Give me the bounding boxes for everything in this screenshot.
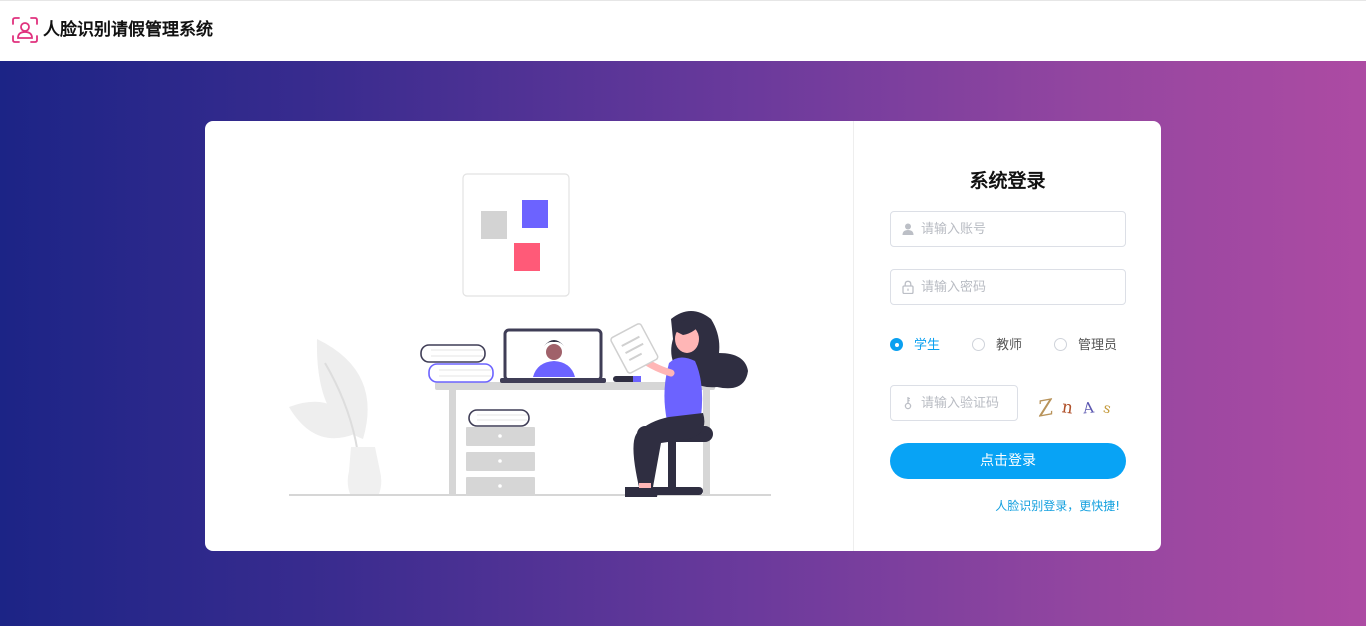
role-radio-student[interactable] (890, 338, 903, 351)
account-field[interactable] (890, 211, 1126, 247)
face-user-icon (12, 17, 38, 43)
lock-icon (902, 280, 914, 294)
key-icon (904, 397, 912, 410)
role-radio-admin[interactable] (1054, 338, 1067, 351)
login-title: 系统登录 (969, 170, 1046, 192)
role-label-student: 学生 (914, 338, 941, 353)
captcha-char-3: A (1081, 398, 1095, 417)
top-bar: 人脸识别请假管理系统 (0, 0, 1366, 60)
captcha-char-4: s (1102, 400, 1113, 417)
account-input[interactable] (921, 213, 1117, 245)
captcha-input[interactable] (921, 387, 1011, 419)
role-selector: 学生 教师 管理员 (890, 335, 1150, 357)
role-radio-teacher[interactable] (972, 338, 985, 351)
password-input[interactable] (921, 271, 1117, 303)
captcha-image[interactable]: Z n A s (1034, 391, 1126, 421)
user-icon (902, 223, 914, 235)
login-form: 系统登录 学生 (854, 121, 1161, 551)
login-card: 系统登录 学生 (205, 121, 1161, 551)
login-button[interactable]: 点击登录 (890, 443, 1126, 479)
role-label-admin: 管理员 (1078, 338, 1118, 353)
face-login-link[interactable]: 人脸识别登录，更快捷! (995, 498, 1120, 514)
working-woman-illustration (289, 173, 771, 497)
app-title: 人脸识别请假管理系统 (43, 20, 213, 40)
password-field[interactable] (890, 269, 1126, 305)
role-label-teacher: 教师 (996, 338, 1023, 353)
captcha-char-1: Z (1035, 395, 1056, 421)
login-background: 系统登录 学生 (0, 61, 1366, 626)
illustration-panel (205, 121, 854, 551)
captcha-char-2: n (1061, 397, 1075, 418)
captcha-field[interactable] (890, 385, 1018, 421)
